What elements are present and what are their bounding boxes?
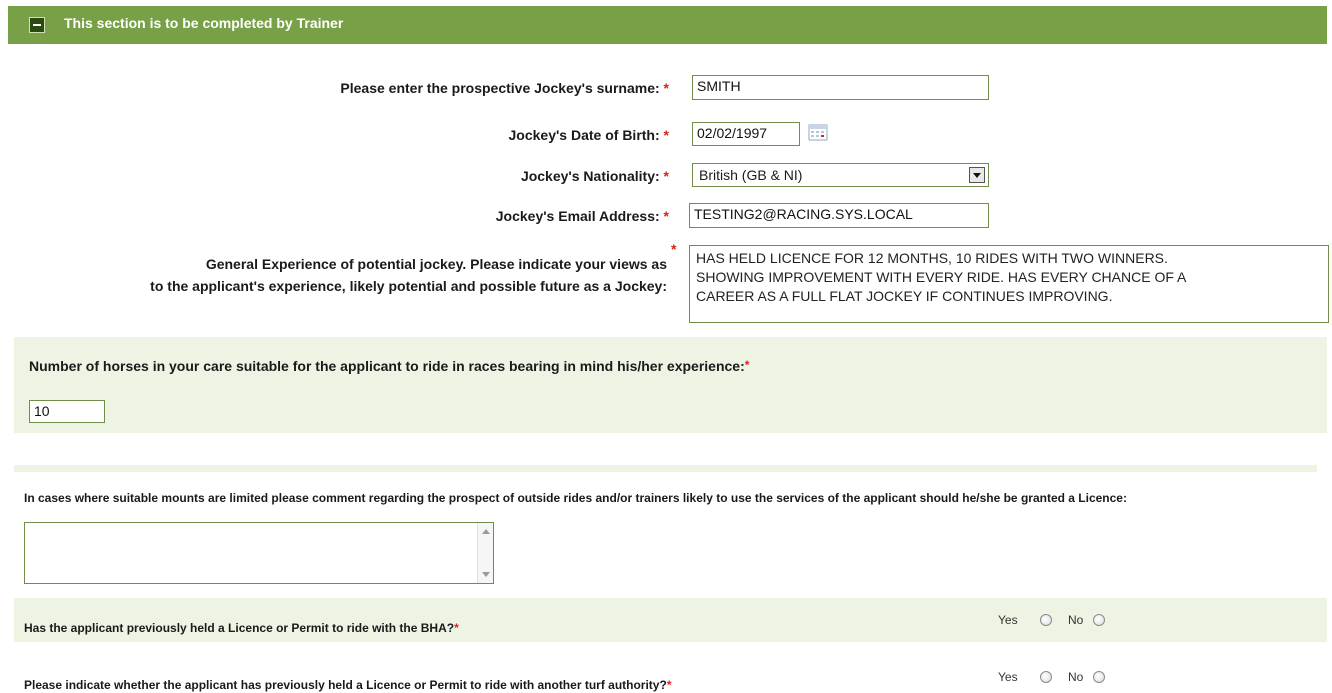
question-turf-authority-label: Please indicate whether the applicant ha… <box>24 678 672 692</box>
no-radio[interactable] <box>1093 671 1105 683</box>
scroll-up-icon[interactable] <box>482 529 490 534</box>
question-row-bha <box>14 598 1327 642</box>
experience-label: General Experience of potential jockey. … <box>150 256 667 294</box>
scroll-down-icon[interactable] <box>482 572 490 577</box>
yes-radio[interactable] <box>1040 671 1052 683</box>
horses-count-input[interactable]: 10 <box>29 400 105 423</box>
horses-label: Number of horses in your care suitable f… <box>29 358 750 374</box>
surname-input[interactable]: SMITH <box>692 75 989 100</box>
outside-rides-textarea[interactable] <box>24 522 494 584</box>
required-marker: * <box>663 208 669 224</box>
required-marker: * <box>671 241 677 257</box>
nationality-select[interactable]: British (GB & NI) <box>692 163 989 187</box>
nationality-value: British (GB & NI) <box>699 167 803 183</box>
required-marker: * <box>454 621 459 635</box>
outside-rides-label: In cases where suitable mounts are limit… <box>24 491 1127 505</box>
scrollbar[interactable] <box>477 523 493 583</box>
dob-input[interactable]: 02/02/1997 <box>692 122 800 146</box>
chevron-down-icon[interactable] <box>969 167 985 183</box>
experience-textarea[interactable]: HAS HELD LICENCE FOR 12 MONTHS, 10 RIDES… <box>689 245 1329 323</box>
email-input[interactable]: TESTING2@RACING.SYS.LOCAL <box>689 203 989 228</box>
required-marker: * <box>744 358 750 372</box>
question-bha-label: Has the applicant previously held a Lice… <box>24 621 459 635</box>
required-marker: * <box>663 168 669 184</box>
panel-strip <box>14 465 1317 472</box>
section-title: This section is to be completed by Train… <box>64 15 344 31</box>
surname-label: Please enter the prospective Jockey's su… <box>340 80 669 96</box>
horses-panel <box>14 337 1327 433</box>
yes-radio[interactable] <box>1040 614 1052 626</box>
no-radio[interactable] <box>1093 614 1105 626</box>
dob-label: Jockey's Date of Birth: * <box>508 127 670 143</box>
calendar-icon[interactable] <box>808 123 828 141</box>
no-label: No <box>1068 613 1084 627</box>
yes-label: Yes <box>998 613 1018 627</box>
nationality-label: Jockey's Nationality: * <box>520 168 669 184</box>
email-label: Jockey's Email Address: * <box>495 208 669 224</box>
yes-label: Yes <box>998 670 1018 684</box>
collapse-button[interactable] <box>29 17 45 33</box>
required-marker: * <box>666 678 672 692</box>
required-marker: * <box>663 127 669 143</box>
required-marker: * <box>663 80 669 96</box>
no-label: No <box>1068 670 1084 684</box>
